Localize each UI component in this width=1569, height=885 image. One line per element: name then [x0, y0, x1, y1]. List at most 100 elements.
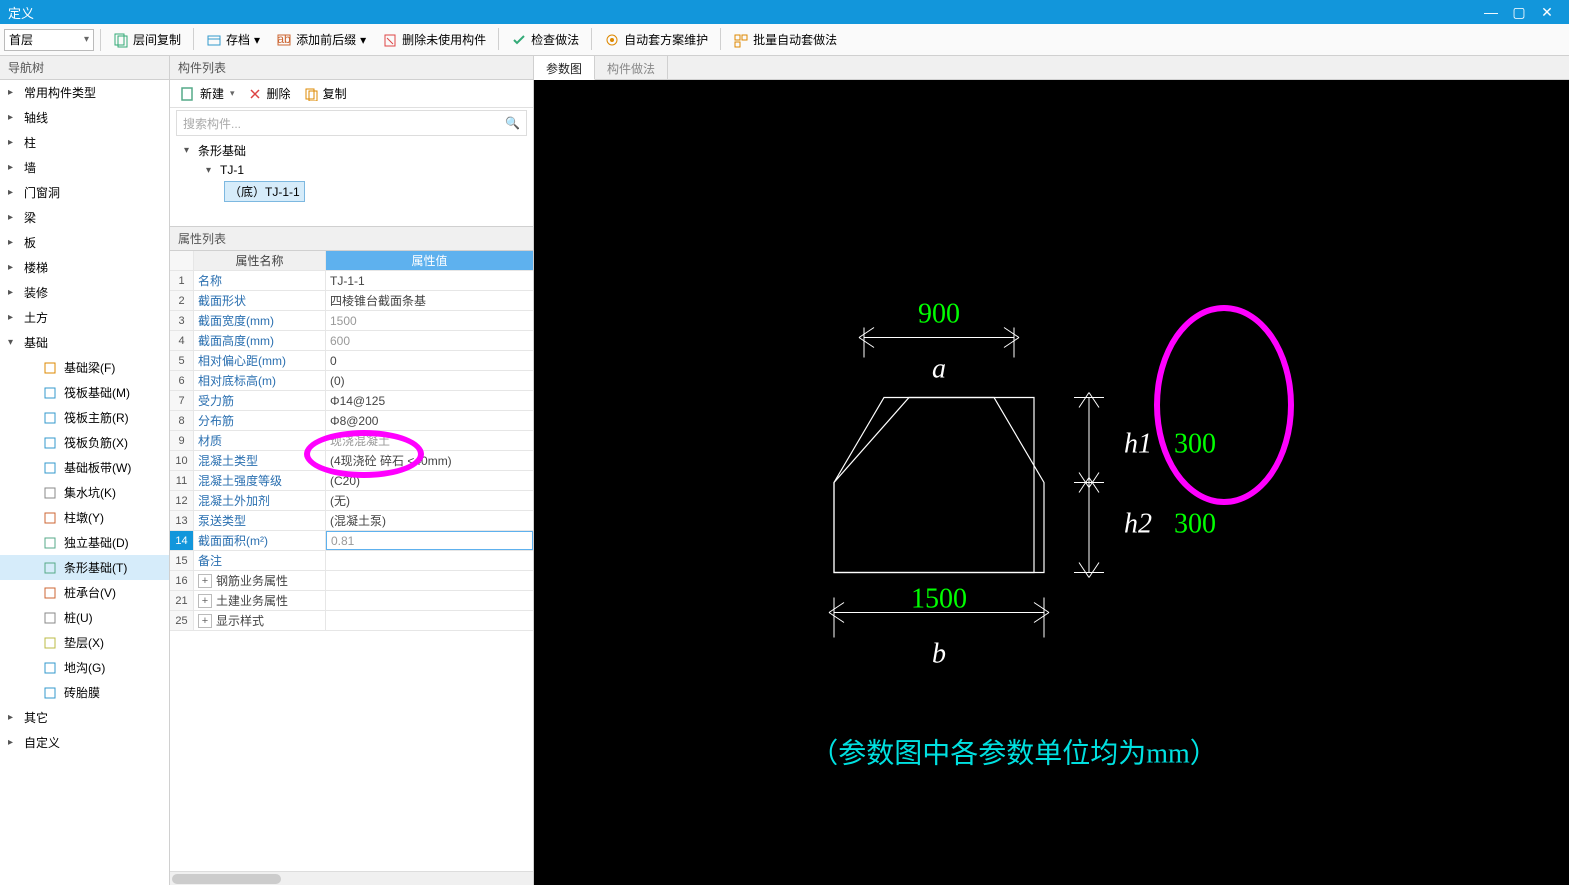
- property-value[interactable]: 600: [326, 331, 533, 350]
- nav-item-楼梯[interactable]: ▸楼梯: [0, 255, 169, 280]
- property-row-7[interactable]: 7受力筋Φ14@125: [170, 391, 533, 411]
- nav-item-基础板带(W)[interactable]: 基础板带(W): [0, 455, 169, 480]
- property-row-5[interactable]: 5相对偏心距(mm)0: [170, 351, 533, 371]
- property-value[interactable]: (4现浇砼 碎石 <40mm): [326, 451, 533, 470]
- main-toolbar: 首层 ▾ 层间复制存档▾ab添加前后缀▾删除未使用构件检查做法自动套方案维护批量…: [0, 24, 1569, 56]
- nav-item-筏板主筋(R)[interactable]: 筏板主筋(R): [0, 405, 169, 430]
- property-value[interactable]: 0.81: [326, 531, 533, 550]
- toolbar-batch-auto[interactable]: 批量自动套做法: [727, 28, 843, 51]
- toolbar-delete-unused[interactable]: 删除未使用构件: [376, 28, 492, 51]
- toolbar-copy-layers[interactable]: 层间复制: [107, 28, 187, 51]
- nav-item-地沟(G)[interactable]: 地沟(G): [0, 655, 169, 680]
- search-input[interactable]: 搜索构件... 🔍: [176, 110, 527, 136]
- dim-a-value: 900: [918, 299, 960, 330]
- nav-item-柱墩(Y)[interactable]: 柱墩(Y): [0, 505, 169, 530]
- diagram-viewport[interactable]: 900 a 1500 b h1 300: [534, 80, 1569, 885]
- maximize-button[interactable]: ▢: [1505, 4, 1533, 21]
- nav-item-基础梁(F)[interactable]: 基础梁(F): [0, 355, 169, 380]
- nav-item-其它[interactable]: ▸其它: [0, 705, 169, 730]
- property-row-13[interactable]: 13泵送类型(混凝土泵): [170, 511, 533, 531]
- property-value[interactable]: 现浇混凝土: [326, 431, 533, 450]
- property-value[interactable]: [326, 551, 533, 570]
- property-value[interactable]: Φ8@200: [326, 411, 533, 430]
- toolbar-affix[interactable]: ab添加前后缀▾: [270, 28, 372, 51]
- nav-item-筏板基础(M)[interactable]: 筏板基础(M): [0, 380, 169, 405]
- nav-panel: 导航树 ▸常用构件类型▸轴线▸柱▸墙▸门窗洞▸梁▸板▸楼梯▸装修▸土方▾基础基础…: [0, 56, 170, 885]
- nav-item-label: 柱: [24, 134, 36, 151]
- property-row-11[interactable]: 11混凝土强度等级(C20): [170, 471, 533, 491]
- property-row-16[interactable]: 16+钢筋业务属性: [170, 571, 533, 591]
- tree-leaf[interactable]: （底）TJ-1-1: [224, 179, 533, 204]
- property-value[interactable]: [326, 571, 533, 590]
- tree-child[interactable]: ▾TJ-1: [206, 161, 533, 179]
- nav-item-筏板负筋(X)[interactable]: 筏板负筋(X): [0, 430, 169, 455]
- property-row-8[interactable]: 8分布筋Φ8@200: [170, 411, 533, 431]
- property-row-12[interactable]: 12混凝土外加剂(无): [170, 491, 533, 511]
- property-value[interactable]: TJ-1-1: [326, 271, 533, 290]
- tree-root[interactable]: ▾条形基础: [184, 140, 533, 161]
- nav-tree[interactable]: ▸常用构件类型▸轴线▸柱▸墙▸门窗洞▸梁▸板▸楼梯▸装修▸土方▾基础基础梁(F)…: [0, 80, 169, 885]
- new-button[interactable]: 新建 ▾: [176, 83, 239, 104]
- property-value[interactable]: 四棱锥台截面条基: [326, 291, 533, 310]
- property-row-4[interactable]: 4截面高度(mm)600: [170, 331, 533, 351]
- horizontal-scrollbar[interactable]: [170, 871, 533, 885]
- property-value[interactable]: [326, 591, 533, 610]
- delete-button[interactable]: 删除: [243, 83, 295, 104]
- expand-icon[interactable]: +: [198, 574, 212, 588]
- property-value[interactable]: Φ14@125: [326, 391, 533, 410]
- nav-item-常用构件类型[interactable]: ▸常用构件类型: [0, 80, 169, 105]
- nav-item-梁[interactable]: ▸梁: [0, 205, 169, 230]
- nav-item-墙[interactable]: ▸墙: [0, 155, 169, 180]
- property-table[interactable]: 属性名称 属性值 1名称TJ-1-12截面形状四棱锥台截面条基3截面宽度(mm)…: [170, 251, 533, 871]
- expand-icon[interactable]: +: [198, 594, 212, 608]
- copy-button[interactable]: 复制: [299, 83, 351, 104]
- nav-item-条形基础(T)[interactable]: 条形基础(T): [0, 555, 169, 580]
- property-value[interactable]: (混凝土泵): [326, 511, 533, 530]
- toolbar-archive[interactable]: 存档▾: [200, 28, 266, 51]
- property-row-1[interactable]: 1名称TJ-1-1: [170, 271, 533, 291]
- nav-item-垫层(X)[interactable]: 垫层(X): [0, 630, 169, 655]
- property-row-6[interactable]: 6相对底标高(m)(0): [170, 371, 533, 391]
- tab-param-diagram[interactable]: 参数图: [534, 56, 595, 80]
- property-row-21[interactable]: 21+土建业务属性: [170, 591, 533, 611]
- nav-item-装修[interactable]: ▸装修: [0, 280, 169, 305]
- property-row-25[interactable]: 25+显示样式: [170, 611, 533, 631]
- nav-item-轴线[interactable]: ▸轴线: [0, 105, 169, 130]
- toolbar-check[interactable]: 检查做法: [505, 28, 585, 51]
- nav-item-集水坑(K)[interactable]: 集水坑(K): [0, 480, 169, 505]
- nav-item-独立基础(D)[interactable]: 独立基础(D): [0, 530, 169, 555]
- property-value[interactable]: (C20): [326, 471, 533, 490]
- nav-item-基础[interactable]: ▾基础: [0, 330, 169, 355]
- property-value[interactable]: 1500: [326, 311, 533, 330]
- nav-item-柱[interactable]: ▸柱: [0, 130, 169, 155]
- property-value[interactable]: [326, 611, 533, 630]
- minimize-button[interactable]: —: [1477, 4, 1505, 20]
- property-row-9[interactable]: 9材质现浇混凝土: [170, 431, 533, 451]
- component-tree[interactable]: ▾条形基础 ▾TJ-1 （底）TJ-1-1: [170, 136, 533, 226]
- viewport-panel: 参数图 构件做法 900 a: [534, 56, 1569, 885]
- property-row-3[interactable]: 3截面宽度(mm)1500: [170, 311, 533, 331]
- nav-item-自定义[interactable]: ▸自定义: [0, 730, 169, 755]
- nav-item-砖胎膜[interactable]: 砖胎膜: [0, 680, 169, 705]
- property-row-15[interactable]: 15备注: [170, 551, 533, 571]
- nav-item-label: 砖胎膜: [64, 684, 100, 701]
- property-row-2[interactable]: 2截面形状四棱锥台截面条基: [170, 291, 533, 311]
- nav-item-label: 基础梁(F): [64, 359, 115, 376]
- nav-item-桩承台(V)[interactable]: 桩承台(V): [0, 580, 169, 605]
- tab-component-method[interactable]: 构件做法: [595, 56, 668, 79]
- pencil-icon: [42, 360, 58, 376]
- property-value[interactable]: 0: [326, 351, 533, 370]
- nav-item-板[interactable]: ▸板: [0, 230, 169, 255]
- isol-icon: [42, 535, 58, 551]
- close-button[interactable]: ✕: [1533, 4, 1561, 21]
- toolbar-auto-scheme[interactable]: 自动套方案维护: [598, 28, 714, 51]
- property-value[interactable]: (无): [326, 491, 533, 510]
- expand-icon[interactable]: +: [198, 614, 212, 628]
- property-row-14[interactable]: 14截面面积(m²)0.81: [170, 531, 533, 551]
- nav-item-土方[interactable]: ▸土方: [0, 305, 169, 330]
- nav-item-桩(U)[interactable]: 桩(U): [0, 605, 169, 630]
- property-row-10[interactable]: 10混凝土类型(4现浇砼 碎石 <40mm): [170, 451, 533, 471]
- nav-item-门窗洞[interactable]: ▸门窗洞: [0, 180, 169, 205]
- floor-select[interactable]: 首层 ▾: [4, 29, 94, 51]
- property-value[interactable]: (0): [326, 371, 533, 390]
